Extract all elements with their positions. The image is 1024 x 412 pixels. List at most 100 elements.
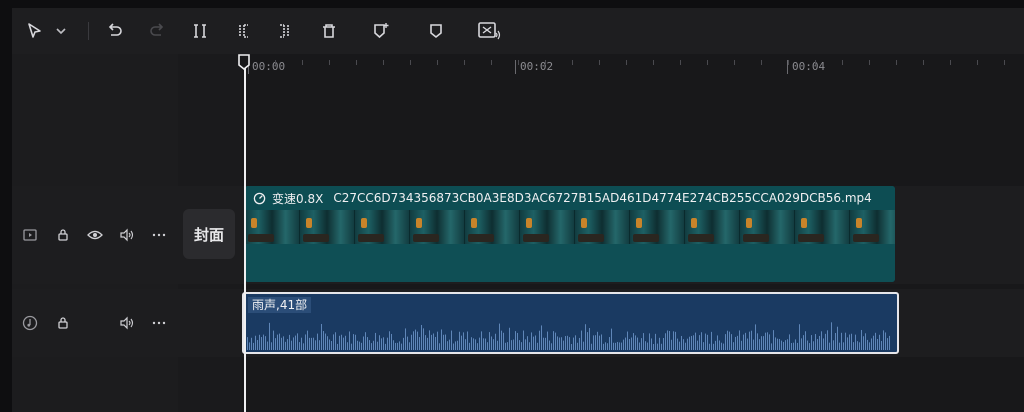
waveform-bar <box>605 342 606 350</box>
waveform-bar <box>841 332 842 350</box>
waveform-bar <box>855 334 856 350</box>
chevron-down-icon[interactable] <box>54 20 68 42</box>
waveform-bar <box>559 337 560 350</box>
waveform-bar <box>723 343 724 350</box>
ruler-tick-minor <box>275 60 276 65</box>
waveform-bar <box>489 332 490 350</box>
volume-icon[interactable] <box>119 315 135 331</box>
waveform-bar <box>523 330 524 350</box>
waveform-bar <box>799 324 800 350</box>
waveform-bar <box>277 334 278 350</box>
lock-icon[interactable] <box>55 315 71 331</box>
cover-label: 封面 <box>193 225 224 244</box>
waveform-bar <box>437 331 438 350</box>
waveform-bar <box>751 330 752 350</box>
waveform-bar <box>535 335 536 350</box>
waveform-bar <box>889 335 890 350</box>
waveform-bar <box>641 338 642 350</box>
trim-left-icon[interactable] <box>232 20 254 42</box>
waveform-bar <box>851 333 852 350</box>
waveform-bar <box>303 343 304 350</box>
waveform-bar <box>313 337 314 350</box>
lock-icon[interactable] <box>55 227 71 243</box>
waveform-bar <box>791 343 792 350</box>
waveform-bar <box>403 337 404 350</box>
select-pointer-icon[interactable] <box>24 20 46 42</box>
waveform-bar <box>569 337 570 350</box>
waveform-bar <box>677 338 678 350</box>
waveform-bar <box>859 342 860 350</box>
waveform-bar <box>875 332 876 350</box>
waveform-bar <box>409 342 410 350</box>
waveform-bar <box>355 334 356 350</box>
waveform-bar <box>427 337 428 350</box>
video-clip[interactable]: 变速0.8X C27CC6D734356873CB0A3E8D3AC6727B1… <box>245 186 895 282</box>
playhead-line[interactable] <box>244 64 246 412</box>
ruler-tick-minor <box>626 60 627 65</box>
waveform-bar <box>347 342 348 350</box>
marker-add-icon[interactable] <box>370 20 392 42</box>
waveform-bar <box>281 337 282 350</box>
trim-right-icon[interactable] <box>274 20 296 42</box>
video-filename: C27CC6D734356873CB0A3E8D3AC6727B15AD461D… <box>333 191 872 205</box>
waveform-bar <box>517 332 518 350</box>
ruler-tick-minor <box>1004 60 1005 65</box>
waveform-bar <box>593 335 594 350</box>
waveform-bar <box>267 341 268 350</box>
waveform-bar <box>329 339 330 350</box>
video-thumbnail <box>850 210 895 244</box>
audio-waveform <box>247 322 890 350</box>
time-ruler[interactable]: 00:00 00:02 00:04 <box>242 54 1024 80</box>
waveform-bar <box>505 342 506 350</box>
more-icon[interactable] <box>151 227 167 243</box>
waveform-bar <box>873 335 874 350</box>
waveform-bar <box>767 332 768 350</box>
ruler-tick-minor <box>410 60 411 65</box>
waveform-bar <box>757 333 758 350</box>
waveform-bar <box>555 332 556 350</box>
waveform-bar <box>865 333 866 350</box>
waveform-bar <box>537 342 538 350</box>
ruler-tick-minor <box>572 60 573 65</box>
waveform-bar <box>783 341 784 350</box>
thumbnail-bed <box>633 234 659 242</box>
waveform-bar <box>369 340 370 350</box>
waveform-bar <box>813 341 814 350</box>
redo-icon[interactable] <box>146 20 168 42</box>
marker-icon[interactable] <box>425 20 447 42</box>
freeze-audio-icon[interactable] <box>476 20 502 42</box>
waveform-bar <box>635 335 636 350</box>
waveform-bar <box>777 338 778 350</box>
waveform-bar <box>511 340 512 350</box>
waveform-bar <box>319 340 320 350</box>
audio-clip[interactable]: 雨声,41部 <box>242 292 899 354</box>
waveform-bar <box>701 332 702 350</box>
waveform-bar <box>595 335 596 350</box>
waveform-bar <box>321 323 322 350</box>
waveform-bar <box>713 343 714 350</box>
waveform-bar <box>439 343 440 350</box>
ruler-tick-minor <box>842 60 843 65</box>
waveform-bar <box>415 329 416 350</box>
thumbnail-lamp <box>471 218 477 228</box>
playhead-handle[interactable] <box>237 54 251 71</box>
waveform-bar <box>497 340 498 350</box>
waveform-bar <box>463 332 464 350</box>
delete-icon[interactable] <box>318 20 340 42</box>
waveform-bar <box>271 342 272 350</box>
split-icon[interactable] <box>189 20 211 42</box>
cover-button[interactable]: 封面 <box>183 209 235 259</box>
undo-icon[interactable] <box>104 20 126 42</box>
speed-icon <box>253 192 266 205</box>
waveform-bar <box>685 342 686 350</box>
eye-icon[interactable] <box>87 227 103 243</box>
waveform-bar <box>379 335 380 350</box>
waveform-bar <box>477 343 478 350</box>
waveform-bar <box>487 342 488 350</box>
waveform-bar <box>353 334 354 350</box>
volume-icon[interactable] <box>119 227 135 243</box>
waveform-bar <box>285 341 286 350</box>
waveform-bar <box>623 339 624 350</box>
more-icon[interactable] <box>151 315 167 331</box>
waveform-bar <box>749 331 750 350</box>
